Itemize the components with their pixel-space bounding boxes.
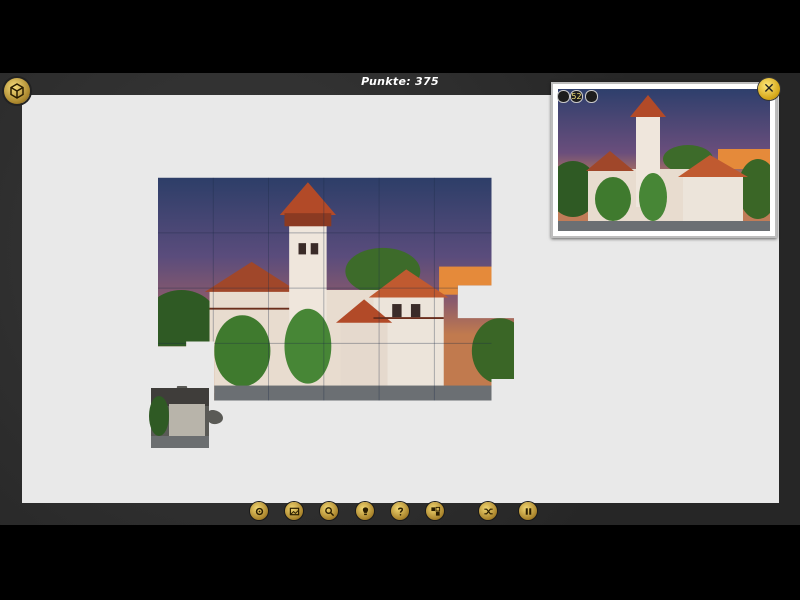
shuffle-icon xyxy=(483,508,493,514)
close-icon: ✕ xyxy=(763,81,775,97)
menu-button[interactable] xyxy=(4,78,30,104)
magnifier-icon xyxy=(324,506,334,516)
shuffle-button[interactable] xyxy=(479,502,497,520)
preview-panel xyxy=(551,82,777,238)
picture-icon xyxy=(289,507,299,515)
close-preview-button[interactable]: ✕ xyxy=(758,78,780,100)
help-button[interactable] xyxy=(391,502,409,520)
preview-image xyxy=(558,89,770,231)
assembled-puzzle[interactable] xyxy=(158,171,514,409)
question-icon xyxy=(397,507,403,516)
pieces-icon xyxy=(430,506,440,516)
sort-pieces-button[interactable] xyxy=(426,502,444,520)
zoom-button[interactable] xyxy=(320,502,338,520)
hint-button[interactable] xyxy=(356,502,374,520)
settings-gear-button[interactable] xyxy=(250,502,268,520)
show-preview-button[interactable] xyxy=(285,502,303,520)
pause-icon xyxy=(525,507,531,515)
preview-badge-1 xyxy=(557,90,570,103)
pause-button[interactable] xyxy=(519,502,537,520)
loose-puzzle-piece[interactable] xyxy=(149,386,227,452)
cube-menu-icon xyxy=(10,83,24,99)
preview-badge-count: 52 xyxy=(570,90,583,103)
lightbulb-icon xyxy=(362,506,368,515)
gear-icon xyxy=(255,507,263,515)
preview-badge-3 xyxy=(585,90,598,103)
